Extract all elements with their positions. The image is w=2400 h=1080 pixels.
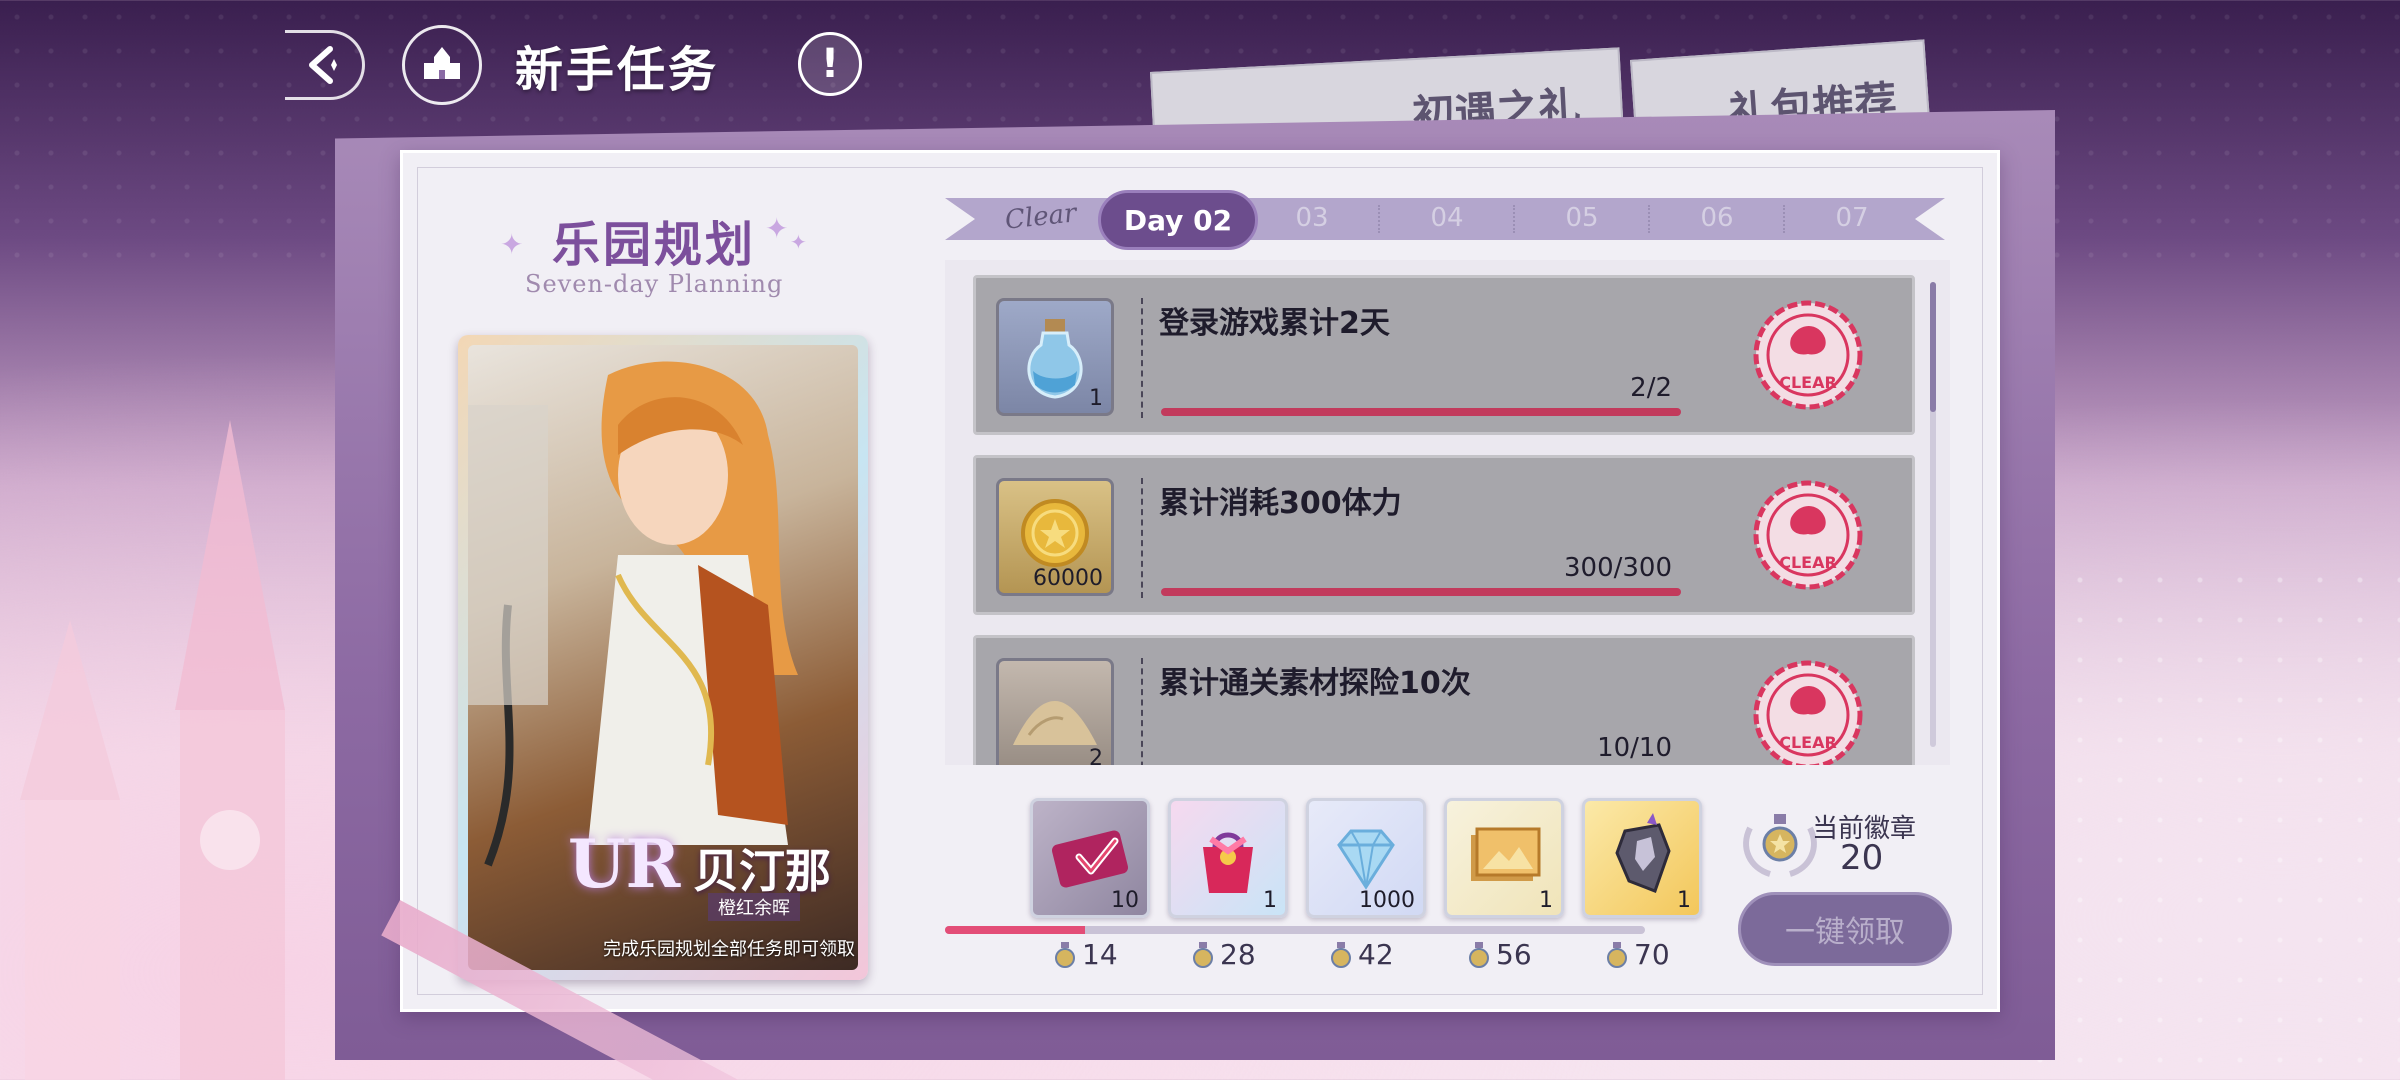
reward-count: 10 — [1111, 888, 1139, 913]
reward-count: 1 — [1263, 888, 1277, 913]
home-button[interactable] — [402, 25, 482, 105]
milestone-threshold: 70 — [1604, 938, 1670, 971]
medal-icon — [1331, 941, 1351, 968]
milestone-progress-bar — [945, 926, 1645, 934]
task-divider — [1141, 298, 1143, 418]
milestone-value: 56 — [1496, 938, 1532, 971]
page-title: 新手任务 — [515, 42, 720, 98]
task-row[interactable]: 1 登录游戏累计2天 2/2 CLEAR — [973, 275, 1915, 435]
milestone-reward[interactable]: 1 — [1168, 798, 1288, 918]
milestone-value: 70 — [1634, 938, 1670, 971]
task-row[interactable]: 60000 累计消耗300体力 300/300 CLEAR — [973, 455, 1915, 615]
day-tab-06[interactable]: 06 — [1667, 203, 1767, 233]
task-progress-text: 10/10 — [1597, 733, 1672, 763]
day-tab-04[interactable]: 04 — [1397, 203, 1497, 233]
day-tab-separator — [1783, 205, 1785, 233]
task-title: 累计通关素材探险10次 — [1159, 666, 1471, 701]
laurel-medal-icon — [1743, 814, 1817, 877]
claim-all-button[interactable]: 一键领取 — [1738, 892, 1952, 966]
back-button[interactable] — [285, 30, 365, 100]
day-tab-separator — [1378, 205, 1380, 233]
milestone-reward[interactable]: 1 — [1444, 798, 1564, 918]
character-subname: 橙红余晖 — [708, 893, 800, 921]
task-reward-icon[interactable]: 2 — [996, 658, 1114, 765]
reward-count: 1 — [1539, 888, 1553, 913]
milestone-threshold: 56 — [1466, 938, 1532, 971]
clear-stamp-icon: CLEAR — [1753, 300, 1863, 410]
decorative-dots — [2020, 560, 2400, 1080]
sparkle-icon: ✦ — [500, 228, 524, 261]
current-badge: 当前徽章 20 — [1740, 808, 1950, 880]
task-progress-bar — [1161, 588, 1681, 596]
character-portrait: UR 贝汀那 橙红余晖 完成乐园规划全部任务即可领取 — [468, 345, 858, 970]
milestone-reward[interactable]: 1000 — [1306, 798, 1426, 918]
medal-icon — [1607, 941, 1627, 968]
milestone-progress-fill — [945, 926, 1085, 934]
milestone-value: 42 — [1358, 938, 1394, 971]
day-tab-active[interactable]: Day 02 — [1098, 190, 1258, 250]
task-reward-icon[interactable]: 1 — [996, 298, 1114, 416]
medal-icon — [1055, 941, 1075, 968]
sparkle-icon: ✦ — [765, 212, 789, 245]
reward-count: 1000 — [1359, 888, 1415, 913]
task-title: 累计消耗300体力 — [1159, 486, 1402, 521]
task-divider — [1141, 658, 1143, 765]
character-name: 贝汀那 — [693, 844, 831, 898]
stamp-text: CLEAR — [1779, 733, 1837, 752]
medal-icon — [1193, 941, 1213, 968]
task-progress-bar — [1161, 408, 1681, 416]
reward-count: 1 — [1089, 386, 1103, 411]
reward-count: 1 — [1677, 888, 1691, 913]
day-tab-03[interactable]: 03 — [1262, 203, 1362, 233]
milestone-threshold: 28 — [1190, 938, 1256, 971]
medal-icon — [1469, 941, 1489, 968]
milestone-value: 14 — [1082, 938, 1118, 971]
castle-home-icon — [424, 47, 460, 79]
character-card[interactable]: UR 贝汀那 橙红余晖 完成乐园规划全部任务即可领取 — [458, 335, 868, 980]
task-list[interactable]: 1 登录游戏累计2天 2/2 CLEAR 60000 累计消耗300体力 300… — [945, 260, 1950, 765]
milestone-threshold: 42 — [1328, 938, 1394, 971]
task-reward-icon[interactable]: 60000 — [996, 478, 1114, 596]
stamp-text: CLEAR — [1779, 373, 1837, 392]
task-progress-text: 2/2 — [1630, 373, 1672, 403]
back-arrow-icon — [308, 46, 337, 84]
task-progress-fill — [1161, 588, 1681, 596]
clear-stamp-icon: CLEAR — [1753, 480, 1863, 590]
plan-subtitle: Seven-day Planning — [525, 270, 784, 298]
day-tab-separator — [1513, 205, 1515, 233]
task-list-scrollbar[interactable] — [1930, 282, 1936, 747]
task-divider — [1141, 478, 1143, 598]
reward-count: 60000 — [1033, 566, 1103, 591]
milestone-reward[interactable]: 10 — [1030, 798, 1150, 918]
info-button[interactable]: ! — [798, 32, 862, 96]
plan-title: 乐园规划 — [552, 217, 757, 273]
clear-stamp-icon: CLEAR — [1753, 660, 1863, 765]
reward-count: 2 — [1089, 746, 1103, 765]
badge-value: 20 — [1840, 838, 1884, 878]
task-progress-text: 300/300 — [1563, 553, 1672, 583]
task-title: 登录游戏累计2天 — [1159, 306, 1390, 341]
day-tab-separator — [1648, 205, 1650, 233]
task-row[interactable]: 2 累计通关素材探险10次 10/10 CLEAR — [973, 635, 1915, 765]
task-progress-fill — [1161, 408, 1681, 416]
castle-silhouette — [20, 420, 285, 1080]
day-tab-05[interactable]: 05 — [1532, 203, 1632, 233]
scrollbar-thumb[interactable] — [1930, 282, 1936, 412]
rarity-label: UR — [568, 825, 681, 903]
character-reward-note: 完成乐园规划全部任务即可领取 — [603, 939, 855, 960]
milestone-value: 28 — [1220, 938, 1256, 971]
day-tab-07[interactable]: 07 — [1802, 203, 1902, 233]
milestone-reward[interactable]: 1 — [1582, 798, 1702, 918]
stamp-text: CLEAR — [1779, 553, 1837, 572]
milestone-threshold: 14 — [1052, 938, 1118, 971]
sparkle-icon: ✦ — [790, 230, 807, 254]
